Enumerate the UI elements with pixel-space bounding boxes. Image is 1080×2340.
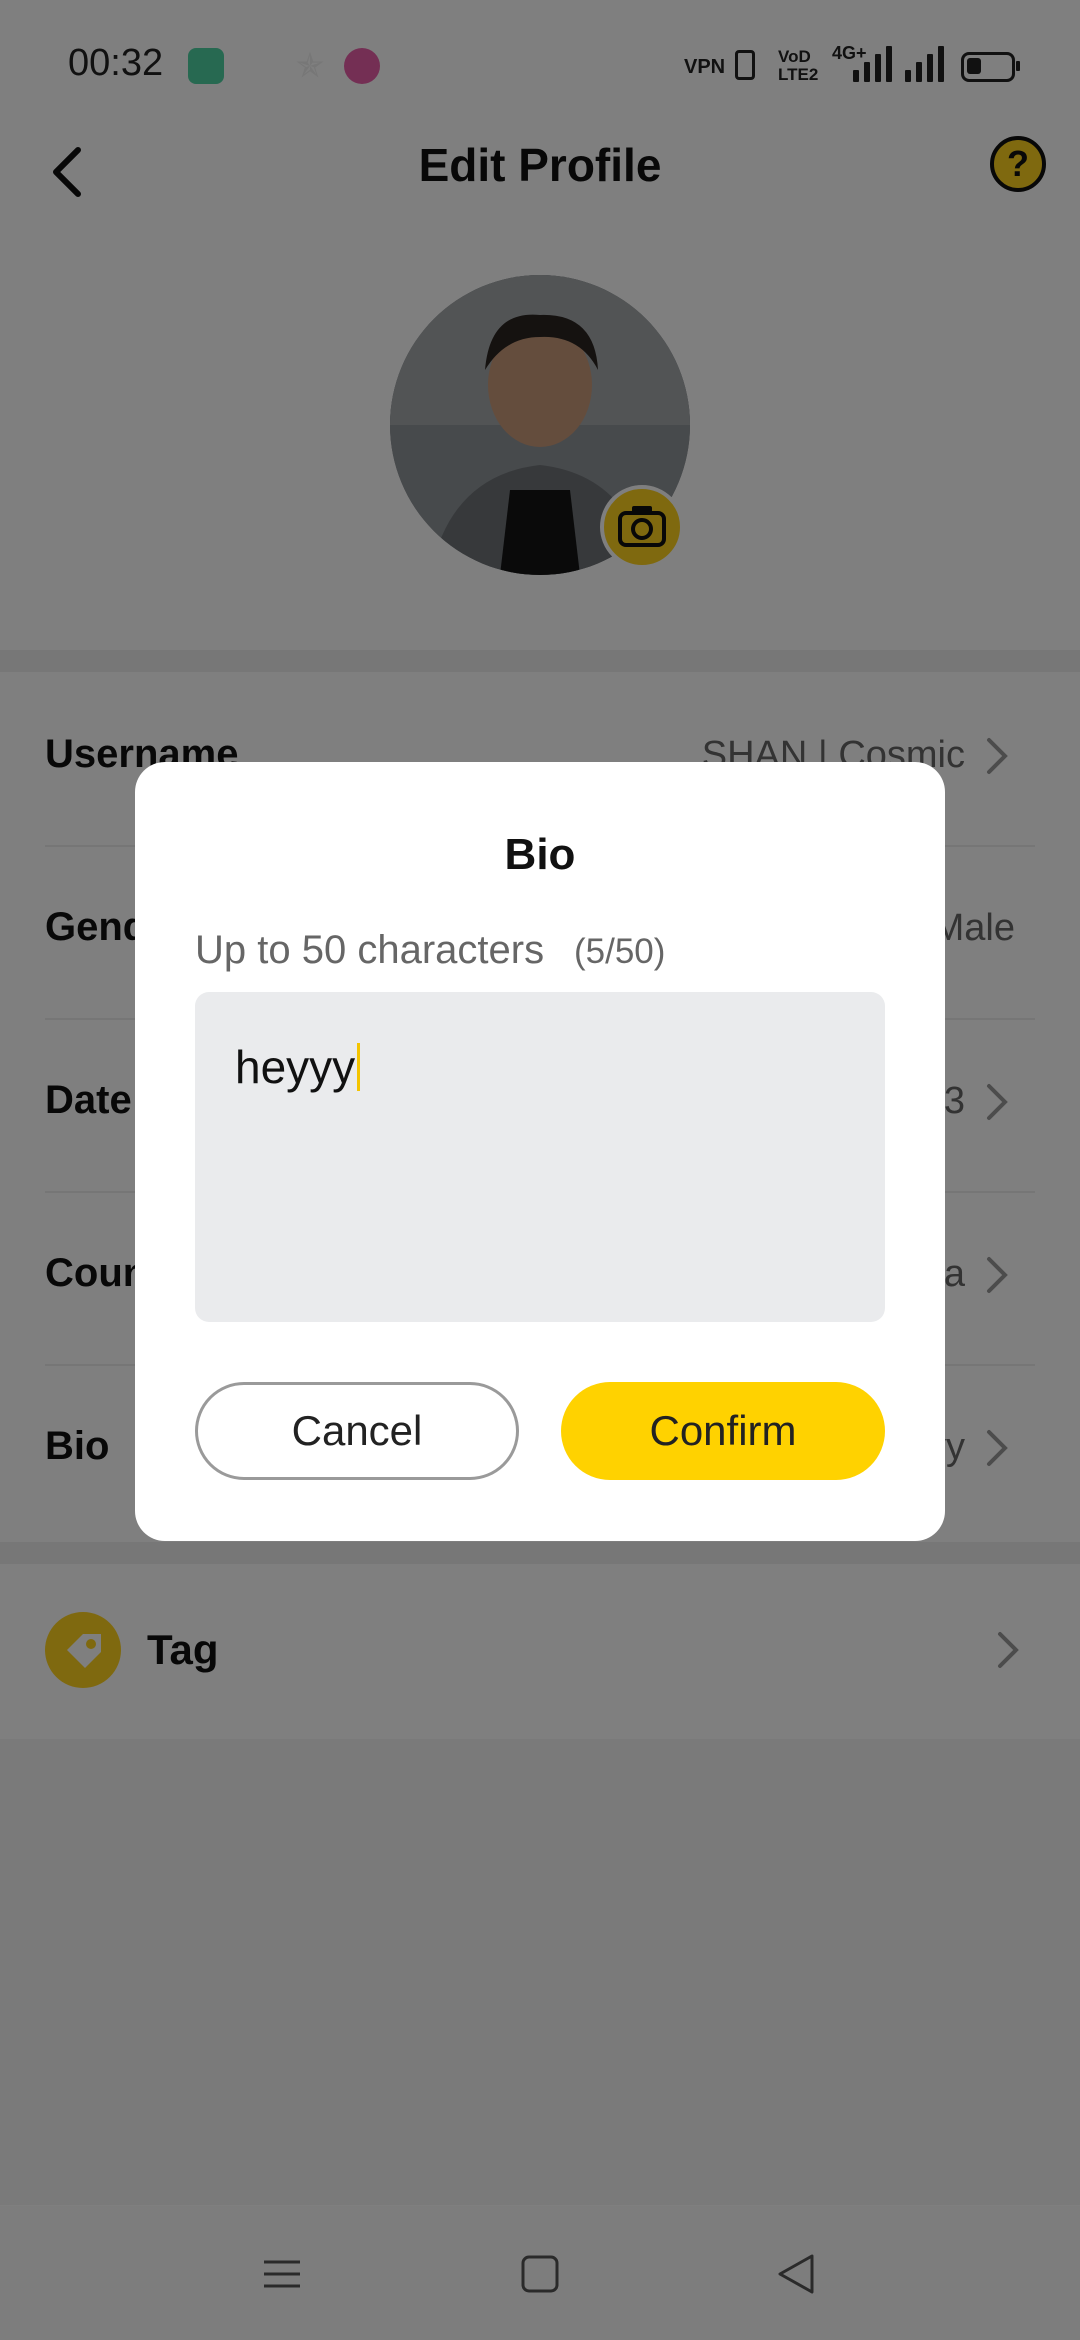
edit-profile-screen: 00:32 ✯ VPN VoD LTE2 4G+ Edit Profile ? xyxy=(0,0,1080,2340)
dialog-title: Bio xyxy=(504,830,576,879)
character-limit-hint: Up to 50 characters xyxy=(195,928,545,972)
bio-input[interactable]: heyyy xyxy=(195,992,885,1322)
character-counter: (5/50) xyxy=(574,932,666,971)
bio-input-text[interactable]: heyyy xyxy=(235,1040,361,1094)
text-cursor xyxy=(357,1043,361,1091)
bio-input-value: heyyy xyxy=(235,1041,356,1093)
confirm-button[interactable]: Confirm xyxy=(561,1382,885,1480)
cancel-button[interactable]: Cancel xyxy=(195,1382,519,1480)
bio-dialog: Bio Up to 50 characters (5/50) heyyy Can… xyxy=(135,762,945,1541)
